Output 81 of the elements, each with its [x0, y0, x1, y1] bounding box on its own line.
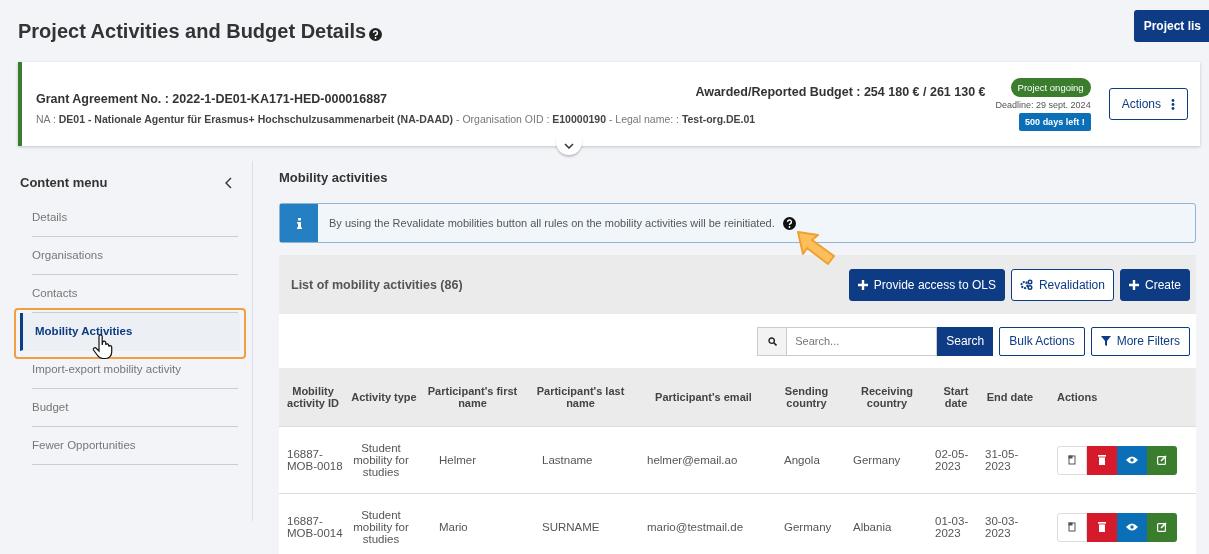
info-icon: [280, 204, 318, 242]
eye-icon: [1126, 523, 1138, 531]
column-header: Start date: [943, 385, 969, 409]
column-header: Actions: [1057, 391, 1098, 403]
copy-icon: [1068, 455, 1076, 465]
sidebar-item[interactable]: Details: [32, 199, 238, 237]
column-header: Mobility activity ID: [287, 385, 339, 409]
trash-icon: [1098, 522, 1106, 532]
column-header: Participant's last name: [536, 385, 625, 409]
column-header: Participant's email: [655, 391, 752, 403]
expand-button[interactable]: [556, 137, 582, 155]
add-button[interactable]: Create: [1119, 268, 1190, 301]
list-title: List of mobility activities (86): [291, 277, 463, 292]
help-icon[interactable]: [369, 27, 383, 41]
table-cell: Germany: [853, 454, 901, 466]
pointer-arrow-icon: [795, 230, 837, 266]
deadline-text: Deadline: 29 sept. 2024: [995, 99, 1091, 110]
trash-icon: [1098, 455, 1106, 465]
edit-button[interactable]: [1147, 445, 1177, 475]
table-cell: Angola: [784, 454, 820, 466]
page-title: Project Activities and Budget Details: [18, 19, 367, 43]
eye-icon: [1126, 456, 1138, 464]
search-icon: [767, 336, 777, 346]
table-cell: mario@testmail.de: [647, 521, 744, 533]
view-button[interactable]: [1117, 445, 1147, 475]
table-cell: 16887-MOB-0018: [287, 448, 343, 472]
table-cell: Germany: [784, 521, 832, 533]
sidebar-item[interactable]: Fewer Opportunities: [32, 427, 238, 465]
plus-icon: [1128, 279, 1139, 290]
table-cell: Albania: [853, 521, 892, 533]
sidebar-item[interactable]: Budget: [32, 389, 238, 427]
section-title: Mobility activities: [279, 169, 389, 187]
search-field[interactable]: Search...: [786, 326, 938, 356]
revalidation-button[interactable]: Revalidation: [1010, 268, 1114, 301]
table-cell: 30-03-2023: [985, 515, 1019, 539]
table-cell: 31-05-2023: [985, 448, 1019, 472]
column-header: Activity type: [351, 391, 417, 403]
table-cell: Lastname: [542, 454, 593, 466]
column-header: Sending country: [784, 385, 829, 409]
table-cell: Mario: [439, 521, 468, 533]
help-icon[interactable]: [782, 216, 796, 230]
table-cell: helmer@email.ao: [647, 454, 738, 466]
filter-button[interactable]: Bulk Actions: [999, 326, 1085, 356]
kebab-icon: [1171, 98, 1175, 110]
edit-icon: [1157, 522, 1167, 532]
delete-button[interactable]: [1087, 445, 1117, 475]
status-badge: Project ongoing: [1010, 77, 1091, 97]
project-list-button[interactable]: Project lis: [1133, 10, 1209, 42]
column-header: Participant's first name: [427, 385, 518, 409]
days-left-badge: 500 days left !: [1019, 112, 1091, 131]
filter-button[interactable]: More Filters: [1090, 326, 1190, 356]
table-cell: SURNAME: [542, 521, 600, 533]
sidebar-item[interactable]: Import-export mobility activity: [32, 351, 238, 389]
budget-text: Awarded/Reported Budget : 254 180 € / 261 130 €: [694, 85, 986, 99]
table-cell: 02-05-2023: [935, 448, 969, 472]
hand-cursor-icon: [92, 334, 114, 360]
grant-details: NA : DE01 - Nationale Agentur für Erasmus+ Hochschulzusammenarbeit (NA-DAAD) - Organisation OID : E10000190 - Legal name: : Test-org.DE.01: [36, 112, 756, 125]
sidebar-item[interactable]: Mobility Activities: [20, 313, 240, 351]
sidebar-title: Content menu: [20, 175, 108, 190]
table-cell: Student mobility for studies: [353, 509, 409, 545]
table-cell: 01-03-2023: [935, 515, 969, 539]
column-header: End date: [986, 391, 1034, 403]
gears-icon: [1019, 279, 1033, 290]
info-text: By using the Revalidate mobilities button all rules on the mobility activities will be reinitiated.: [329, 217, 775, 229]
plus-icon: [857, 279, 868, 290]
table-cell: Helmer: [439, 454, 477, 466]
edit-button[interactable]: [1147, 512, 1177, 542]
edit-icon: [1157, 455, 1167, 465]
add-button[interactable]: Provide access to OLS: [848, 268, 1005, 301]
chevron-down-icon: [564, 143, 574, 149]
view-button[interactable]: [1117, 512, 1147, 542]
table-cell: 16887-MOB-0014: [287, 515, 343, 539]
delete-button[interactable]: [1087, 512, 1117, 542]
collapse-icon[interactable]: [225, 176, 232, 189]
actions-button[interactable]: Actions: [1108, 88, 1188, 120]
table-cell: Student mobility for studies: [353, 442, 409, 478]
column-header: Receiving country: [861, 385, 913, 409]
search-button[interactable]: Search: [937, 326, 994, 356]
funnel-icon: [1100, 336, 1111, 346]
sidebar-item[interactable]: Organisations: [32, 237, 238, 275]
copy-icon: [1068, 522, 1076, 532]
